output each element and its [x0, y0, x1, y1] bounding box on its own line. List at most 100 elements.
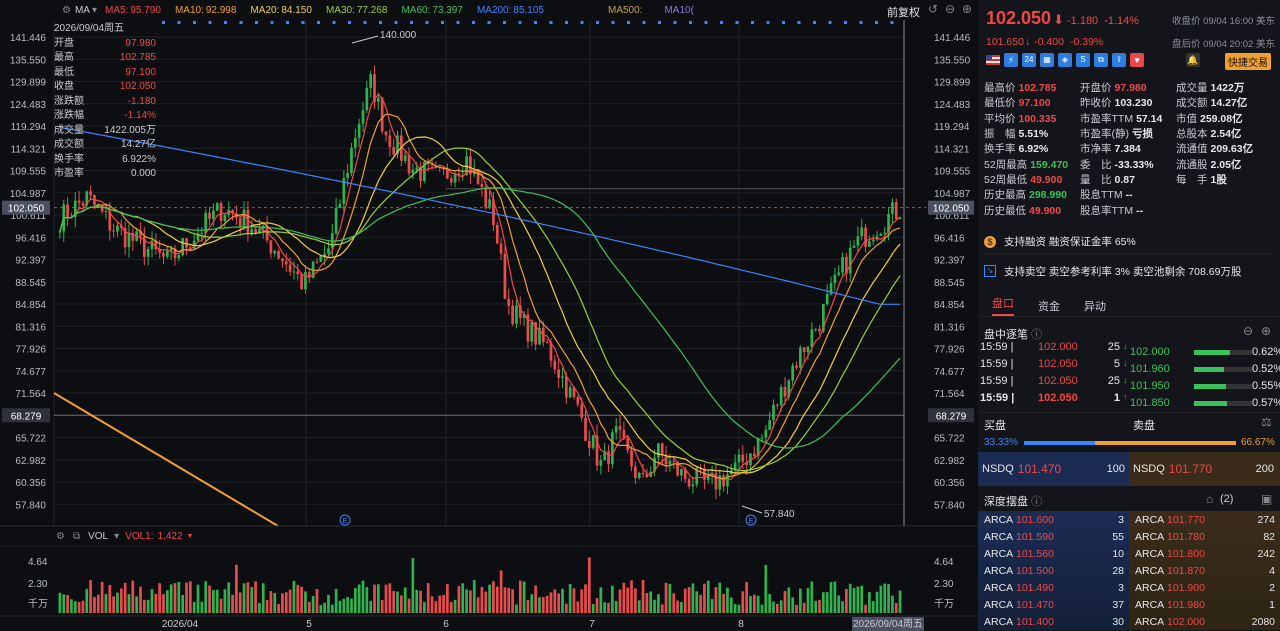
panel-tabs: 盘口 资金 异动 [978, 295, 1280, 317]
volume-bar [733, 604, 737, 613]
scale-icon[interactable]: ⚖ [1261, 415, 1272, 429]
volume-bar [718, 582, 722, 613]
ma30-value: 77.268 [356, 4, 388, 16]
option-icon[interactable]: ◈ [1058, 53, 1072, 67]
candle-body [350, 147, 353, 174]
info-icon[interactable]: ⓘ [1031, 329, 1042, 341]
after-hours-change: -0.400 [1034, 36, 1064, 48]
depth-bid-row[interactable]: ARCA 101.470 37 [978, 596, 1129, 613]
nbbo-ask-exchange: NSDQ [1133, 463, 1165, 475]
stat-value: 102.785 [1018, 82, 1057, 95]
trade-time: 15:59 | [980, 392, 1015, 404]
volume-bar [215, 589, 219, 613]
volume-bar [515, 604, 518, 613]
candle-body [760, 437, 764, 439]
copy-icon[interactable]: ⧉ [1094, 53, 1108, 67]
short-icon[interactable]: S [1076, 53, 1090, 67]
chevron-down-icon[interactable]: ▾ [114, 531, 119, 542]
chart-icon[interactable]: ▦ [1040, 53, 1054, 67]
exchange-icon[interactable]: ⌂ [1206, 492, 1213, 506]
current-price-label-right: 102.050 [933, 204, 970, 215]
depth-bid-row[interactable]: ARCA 101.500 28 [978, 562, 1129, 579]
volume-bar [564, 603, 568, 613]
depth-ask-row[interactable]: ARCA 101.800 242 [1129, 545, 1280, 562]
trades-title: 盘中逐笔 ⓘ [984, 326, 1042, 342]
volume-bar [100, 581, 104, 613]
depth-ask-row[interactable]: ARCA 101.770 274 [1129, 511, 1280, 528]
volume-bar [810, 581, 814, 613]
depth-ask-row[interactable]: ARCA 101.900 2 [1129, 579, 1280, 596]
stat-value: 0.87 [1114, 173, 1135, 186]
volume-bar [250, 587, 254, 613]
stat-cell: 股息TTM -- [1080, 187, 1176, 202]
bell-icon[interactable]: 🔔 [1186, 53, 1200, 67]
event-dot [301, 21, 305, 24]
flash-icon[interactable]: ⚡ [1004, 53, 1018, 67]
candle-body [802, 347, 806, 353]
depth-toggle-icon[interactable]: ▣ [1261, 492, 1272, 506]
vol-label[interactable]: VOL [88, 531, 108, 542]
share-icon[interactable]: ⇪ [1112, 53, 1126, 67]
volume-bar [269, 591, 273, 613]
plus-circle-icon[interactable]: ⊕ [962, 2, 972, 16]
minus-circle-icon[interactable]: ⊖ [1243, 324, 1253, 338]
price-axis-label-right: 124.483 [934, 100, 971, 111]
depth-bid-row[interactable]: ARCA 101.400 30 [978, 613, 1129, 630]
favorite-icon[interactable]: ♥ [1130, 53, 1144, 67]
depth-bid-row[interactable]: ARCA 101.560 10 [978, 545, 1129, 562]
volume-bar [350, 598, 353, 613]
margin-info-row[interactable]: $ 支持融资 融资保证金率 65% [984, 230, 1274, 254]
stat-label: 历史最低 [984, 204, 1026, 217]
nbbo-ask[interactable]: NSDQ 101.770 200 [1129, 452, 1280, 486]
stat-cell: 市盈率TTM 57.14 [1080, 111, 1176, 126]
tab-handicap[interactable]: 盘口 [992, 295, 1014, 316]
volume-bar [891, 595, 894, 613]
settings-icon[interactable]: ⚙ [62, 5, 71, 16]
chevron-down-icon[interactable]: ▾ [92, 5, 97, 16]
candle-body [871, 239, 875, 242]
minus-circle-icon[interactable]: ⊖ [945, 2, 955, 16]
nbbo-bid[interactable]: NSDQ 101.470 100 [978, 452, 1129, 486]
depth-bid-row[interactable]: ARCA 101.600 3 [978, 511, 1129, 528]
24h-icon[interactable]: 24 [1022, 53, 1036, 67]
trade-direction-icon: ↑ [1123, 392, 1128, 402]
depth-ask-row[interactable]: ARCA 101.780 82 [1129, 528, 1280, 545]
candle-body [833, 274, 837, 284]
candle-body [127, 232, 131, 248]
copy-icon[interactable]: ⧉ [73, 531, 80, 542]
ohlc-row: 涨跌额 -1.180 [54, 95, 156, 110]
undo-icon[interactable]: ↺ [928, 2, 938, 16]
volume-bar [541, 597, 545, 613]
depth-ask-row[interactable]: ARCA 101.870 4 [1129, 562, 1280, 579]
depth-ask-row[interactable]: ARCA 102.000 2080 [1129, 613, 1280, 630]
volume-bar [453, 600, 457, 613]
quick-trade-button[interactable]: 快捷交易 [1225, 53, 1271, 70]
price-axis-label-right: 109.555 [934, 167, 971, 178]
depth-bid-row[interactable]: ARCA 101.590 55 [978, 528, 1129, 545]
adjust-button[interactable]: 前复权 [887, 4, 920, 20]
stat-cell: 52周最高 159.470 [984, 157, 1080, 172]
tab-anomaly[interactable]: 异动 [1084, 298, 1106, 314]
volume-bar [737, 604, 741, 613]
candle-body [779, 386, 783, 406]
stat-label: 振 幅 [984, 128, 1016, 141]
candle-body [564, 376, 568, 398]
event-dot [844, 21, 847, 24]
plus-circle-icon[interactable]: ⊕ [1261, 324, 1271, 338]
depth-bid-row[interactable]: ARCA 101.490 3 [978, 579, 1129, 596]
short-info-row[interactable]: ↘ 支持卖空 卖空参考利率 3% 卖空池剩余 708.69万股 [984, 259, 1274, 283]
date-axis-label: 8 [738, 619, 744, 630]
ma30-label: MA30: [325, 4, 355, 16]
tab-capital[interactable]: 资金 [1038, 298, 1060, 314]
ma-label[interactable]: MA [75, 5, 90, 16]
volume-bar [687, 587, 691, 613]
settings-icon[interactable]: ⚙ [56, 531, 65, 542]
ma20-label: MA20: [250, 4, 280, 16]
info-icon[interactable]: ⓘ [1031, 496, 1042, 508]
candle-body [334, 207, 338, 234]
candle-body [660, 443, 664, 456]
volume-bar [388, 583, 392, 613]
kline-chart-area[interactable]: 141.446 141.446 135.550 135.550 129.899 129.8… [0, 0, 978, 631]
depth-ask-row[interactable]: ARCA 101.980 1 [1129, 596, 1280, 613]
depth-exchange: ARCA [984, 564, 1014, 577]
